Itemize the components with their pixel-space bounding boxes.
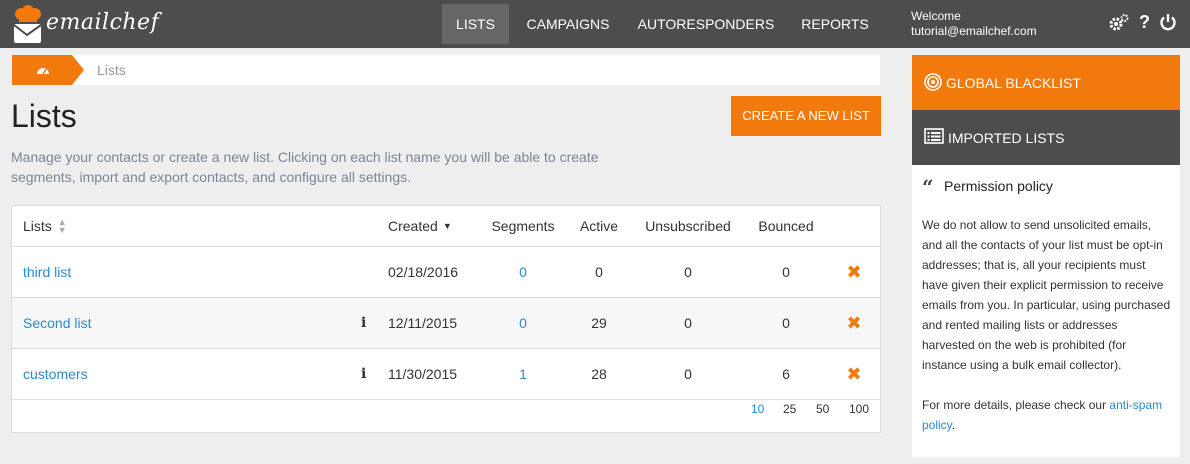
- header-unsubscribed: Unsubscribed: [645, 218, 731, 234]
- dashboard-icon: [37, 68, 49, 75]
- policy-more-suffix: .: [951, 418, 956, 432]
- info-button[interactable]: i: [361, 298, 366, 348]
- user-email: tutorial@emailchef.com: [911, 24, 1037, 38]
- policy-title: Permission policy: [944, 178, 1053, 194]
- welcome-label: Welcome: [911, 9, 961, 23]
- list-icon: [924, 128, 944, 144]
- page-size-25[interactable]: 25: [783, 402, 796, 416]
- quote-icon: “: [922, 175, 934, 199]
- imported-lists-label: IMPORTED LISTS: [948, 130, 1065, 146]
- page-description: Manage your contacts or create a new lis…: [11, 149, 599, 185]
- table-row: customers i 11/30/2015 1 28 0 6 ✖: [12, 349, 880, 400]
- gears-icon[interactable]: [1108, 13, 1130, 38]
- list-unsubscribed: 0: [684, 366, 692, 382]
- table-row: third list 02/18/2016 0 0 0 0 ✖: [12, 247, 880, 298]
- page-size-100[interactable]: 100: [849, 402, 869, 416]
- list-bounced: 0: [782, 315, 790, 331]
- policy-text: We do not allow to send unsolicited emai…: [922, 218, 1171, 372]
- nav-reports[interactable]: REPORTS: [792, 4, 878, 44]
- header-created[interactable]: Created ▼: [388, 206, 452, 246]
- global-blacklist-button[interactable]: GLOBAL BLACKLIST: [912, 55, 1180, 110]
- policy-more: For more details, please check our anti-…: [922, 395, 1172, 435]
- chef-envelope-icon: [13, 5, 42, 43]
- nav-autoresponders[interactable]: AUTORESPONDERS: [628, 4, 784, 44]
- header-lists[interactable]: Lists ▲ ▼: [23, 206, 67, 246]
- list-name-link[interactable]: customers: [23, 349, 88, 399]
- delete-list-button[interactable]: ✖: [842, 349, 866, 399]
- lists-table: Lists ▲ ▼ Created ▼ Segments Active Unsub…: [11, 205, 881, 433]
- list-bounced: 0: [782, 264, 790, 280]
- delete-list-button[interactable]: ✖: [842, 298, 866, 348]
- table-header: Lists ▲ ▼ Created ▼ Segments Active Unsub…: [12, 206, 880, 247]
- breadcrumb-current: Lists: [97, 62, 126, 78]
- list-active: 0: [595, 264, 603, 280]
- info-icon: i: [361, 366, 367, 382]
- header-bounced: Bounced: [758, 218, 814, 234]
- list-bounced: 6: [782, 366, 790, 382]
- list-created: 12/11/2015: [388, 315, 458, 331]
- header-active: Active: [579, 218, 619, 234]
- info-icon: i: [361, 315, 367, 331]
- policy-more-prefix: For more details, please check our: [922, 398, 1110, 412]
- nav-lists[interactable]: LISTS: [442, 4, 509, 44]
- help-icon[interactable]: ?: [1139, 12, 1150, 33]
- header-lists-label: Lists: [23, 218, 52, 234]
- imported-lists-button[interactable]: IMPORTED LISTS: [912, 110, 1180, 165]
- welcome-block: Welcome tutorial@emailchef.com: [911, 9, 1037, 39]
- info-button[interactable]: i: [361, 349, 366, 399]
- list-segments-link[interactable]: 1: [482, 349, 564, 399]
- close-icon: ✖: [846, 261, 862, 282]
- page-title: Lists: [11, 98, 77, 134]
- page-size-10[interactable]: 10: [751, 402, 764, 416]
- header-segments: Segments: [491, 218, 555, 234]
- list-name-link[interactable]: third list: [23, 247, 71, 297]
- list-active: 28: [591, 366, 607, 382]
- brand-name: emailchef: [46, 10, 160, 35]
- sort-icon: ▲ ▼: [57, 217, 67, 235]
- sort-desc-icon: ▼: [442, 221, 452, 231]
- header-created-label: Created: [388, 218, 438, 234]
- create-new-list-button[interactable]: CREATE A NEW LIST: [731, 96, 881, 136]
- delete-list-button[interactable]: ✖: [842, 247, 866, 297]
- list-segments-link[interactable]: 0: [482, 298, 564, 348]
- permission-policy-panel: “ Permission policy We do not allow to s…: [912, 165, 1180, 457]
- power-icon[interactable]: [1159, 13, 1177, 36]
- list-created: 11/30/2015: [388, 366, 458, 382]
- breadcrumb: Lists: [12, 55, 880, 85]
- close-icon: ✖: [846, 363, 862, 384]
- list-name-link[interactable]: Second list: [23, 298, 91, 348]
- list-segments-link[interactable]: 0: [482, 247, 564, 297]
- global-blacklist-label: GLOBAL BLACKLIST: [946, 75, 1081, 91]
- list-active: 29: [591, 315, 607, 331]
- page-size-50[interactable]: 50: [816, 402, 829, 416]
- target-icon: [924, 73, 942, 91]
- close-icon: ✖: [846, 312, 862, 333]
- nav-campaigns[interactable]: CAMPAIGNS: [516, 4, 620, 44]
- table-row: Second list i 12/11/2015 0 29 0 0 ✖: [12, 298, 880, 349]
- top-bar: emailchef LISTS CAMPAIGNS AUTORESPONDERS…: [0, 0, 1190, 48]
- list-unsubscribed: 0: [684, 264, 692, 280]
- emailchef-logo[interactable]: emailchef: [12, 3, 159, 45]
- breadcrumb-separator: [72, 55, 84, 85]
- list-unsubscribed: 0: [684, 315, 692, 331]
- breadcrumb-home[interactable]: [12, 55, 72, 85]
- list-created: 02/18/2016: [388, 264, 459, 280]
